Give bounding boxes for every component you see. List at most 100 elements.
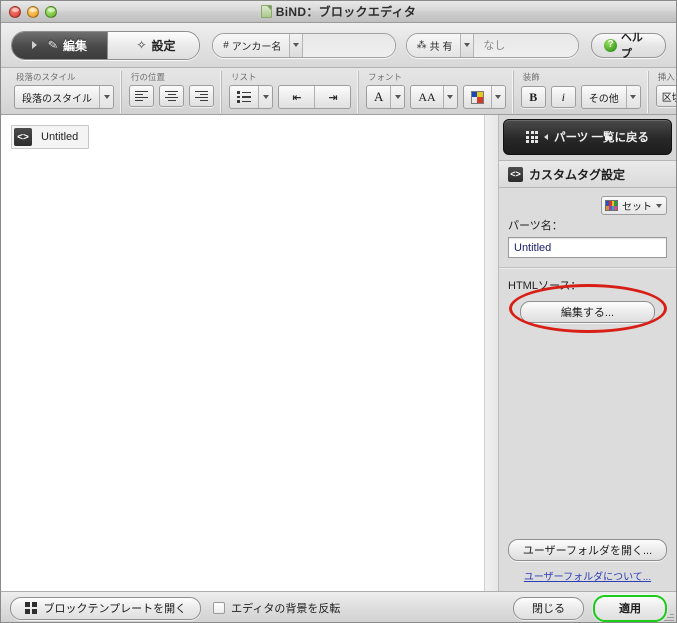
- insert-rule-button[interactable]: 区切線: [655, 85, 676, 107]
- chevron-down-icon: [464, 43, 471, 47]
- chevron-down-icon[interactable]: [99, 86, 113, 108]
- tab-edit[interactable]: ✎ 編集: [12, 31, 108, 59]
- font-size-button[interactable]: AA: [410, 85, 458, 109]
- toolbar-group-list: リスト ⇤ ⇥: [221, 71, 358, 113]
- open-user-folder-button[interactable]: ユーザーフォルダを開く...: [508, 539, 667, 561]
- more-decoration-button[interactable]: その他: [580, 85, 641, 109]
- tab-edit-label: 編集: [63, 38, 88, 53]
- editor-body: <> Untitled パーツ 一覧に戻る <> カスタムタグ設定 セット パー…: [1, 115, 676, 591]
- group-label: リスト: [231, 72, 257, 82]
- window-title-text: BiND：ブロックエディタ: [275, 5, 417, 19]
- bold-button[interactable]: B: [520, 86, 546, 108]
- question-icon: ?: [604, 38, 617, 52]
- invert-background-checkbox[interactable]: [213, 602, 226, 614]
- toolbar-group-line-position: 行の位置: [121, 71, 221, 113]
- set-button-label: セット: [622, 202, 652, 213]
- user-folder-help-link[interactable]: ユーザーフォルダについて...: [524, 568, 651, 583]
- chevron-down-icon: [656, 203, 662, 208]
- invert-background-label: エディタの背景を反転: [231, 603, 341, 615]
- toolbar-group-font: フォント A AA: [358, 71, 513, 113]
- anchor-button[interactable]: # アンカー名: [213, 33, 290, 57]
- help-button[interactable]: ? ヘルプ: [591, 32, 666, 60]
- palette-icon: [605, 200, 618, 211]
- chevron-down-icon[interactable]: [442, 86, 457, 108]
- share-button[interactable]: ⁂ 共 有: [406, 33, 461, 57]
- top-action-bar: ✎ 編集 ✧ 設定 # アンカー名 ⁂ 共 有 なし ? ヘルプ: [1, 23, 676, 68]
- anchor-input[interactable]: [302, 33, 395, 57]
- tab-settings[interactable]: ✧ 設定: [108, 31, 200, 59]
- group-label: 段落のスタイル: [16, 72, 76, 82]
- back-to-parts-list-label: パーツ 一覧に戻る: [554, 132, 649, 144]
- close-button[interactable]: [9, 5, 21, 18]
- inspector-panel: パーツ 一覧に戻る <> カスタムタグ設定 セット パーツ名： Untitled: [499, 115, 676, 591]
- share-value[interactable]: なし: [473, 33, 579, 57]
- toolbar-group-insert: 挿入 区切線 分割 回込解除: [647, 71, 676, 113]
- mode-tabs: ✎ 編集 ✧ 設定: [11, 30, 201, 60]
- anchor-dropdown-caret[interactable]: [289, 33, 303, 57]
- open-block-template-label: ブロックテンプレートを開く: [43, 603, 187, 615]
- triangle-right-icon: [31, 41, 37, 49]
- open-block-template-button[interactable]: ブロックテンプレートを開く: [10, 596, 202, 620]
- align-center-button[interactable]: [159, 85, 184, 107]
- part-name-label: パーツ名：: [508, 220, 563, 232]
- align-center-icon: [165, 90, 178, 102]
- invert-background-checkbox-row[interactable]: エディタの背景を反転: [213, 600, 340, 616]
- document-icon: [260, 5, 272, 18]
- italic-button[interactable]: i: [550, 86, 576, 108]
- list-style-button[interactable]: [229, 85, 273, 109]
- panel-top: パーツ 一覧に戻る: [499, 115, 676, 161]
- hash-icon: #: [223, 39, 229, 51]
- back-to-parts-list-button[interactable]: パーツ 一覧に戻る: [503, 119, 672, 155]
- set-button[interactable]: セット: [601, 196, 667, 215]
- blocks-icon: [25, 602, 37, 614]
- title-bar: BiND：ブロックエディタ: [1, 1, 676, 23]
- pencil-icon: ✎: [47, 37, 59, 53]
- share-dropdown-caret[interactable]: [460, 33, 474, 57]
- apply-button[interactable]: 適用: [593, 594, 667, 622]
- align-left-button[interactable]: [129, 85, 154, 107]
- block-editor-window: BiND：ブロックエディタ ✎ 編集 ✧ 設定 # アンカー名 ⁂ 共 有 なし…: [0, 0, 677, 623]
- paragraph-style-select[interactable]: 段落のスタイル: [14, 85, 114, 109]
- resize-grip[interactable]: [662, 610, 674, 622]
- share-icon: ⁂: [416, 39, 427, 51]
- font-family-icon: A: [374, 89, 384, 104]
- tab-settings-label: 設定: [151, 38, 176, 53]
- window-controls: [9, 5, 57, 18]
- more-decoration-label: その他: [588, 93, 619, 105]
- format-toolbar: 段落のスタイル 段落のスタイル 行の位置 リスト ⇤ ⇥ フォント A AA 装…: [1, 68, 676, 115]
- share-button-label: 共 有: [429, 41, 453, 53]
- align-left-icon: [135, 90, 148, 102]
- part-name-section: セット パーツ名： Untitled: [499, 188, 676, 268]
- paragraph-style-label: 段落のスタイル: [22, 93, 92, 105]
- align-right-icon: [195, 90, 208, 102]
- indent-icon: ⇥: [328, 91, 337, 104]
- bullet-list-icon: [237, 91, 251, 103]
- close-dialog-button[interactable]: 閉じる: [513, 596, 584, 620]
- chevron-down-icon: [293, 43, 300, 47]
- anchor-button-label: アンカー名: [231, 41, 282, 53]
- outdent-button[interactable]: ⇤: [279, 86, 315, 108]
- editor-vertical-scrollbar[interactable]: [484, 115, 498, 591]
- indent-button[interactable]: ⇥: [315, 86, 350, 108]
- custom-tag-block[interactable]: <> Untitled: [11, 125, 90, 149]
- chevron-down-icon[interactable]: [390, 86, 405, 108]
- font-family-button[interactable]: A: [366, 85, 406, 109]
- chevron-down-icon[interactable]: [258, 86, 272, 108]
- maximize-button[interactable]: [45, 5, 57, 18]
- minimize-button[interactable]: [27, 5, 39, 18]
- align-right-button[interactable]: [189, 85, 214, 107]
- edit-html-source-button[interactable]: 編集する...: [520, 301, 655, 323]
- chevron-down-icon[interactable]: [490, 86, 505, 108]
- part-name-input[interactable]: Untitled: [508, 237, 667, 258]
- toolbar-group-decoration: 装飾 B i その他: [512, 71, 648, 113]
- panel-footer: ユーザーフォルダを開く... ユーザーフォルダについて...: [499, 539, 676, 591]
- editor-canvas[interactable]: <> Untitled: [1, 115, 499, 591]
- group-label: フォント: [368, 72, 403, 82]
- font-size-icon: AA: [418, 89, 436, 104]
- chevron-down-icon[interactable]: [625, 86, 640, 108]
- code-tag-icon: <>: [508, 166, 523, 182]
- group-label: 挿入: [657, 72, 675, 82]
- panel-header: <> カスタムタグ設定: [499, 161, 676, 188]
- group-label: 装飾: [522, 72, 540, 82]
- font-color-button[interactable]: [462, 85, 506, 109]
